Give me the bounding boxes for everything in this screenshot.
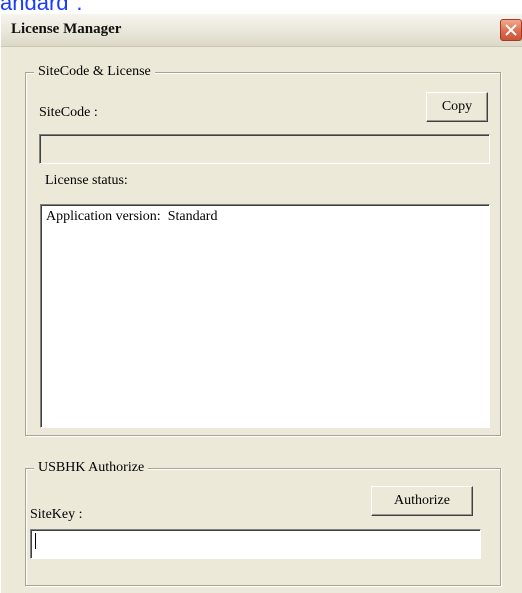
usbhk-authorize-legend: USBHK Authorize	[34, 459, 149, 477]
license-status-label: License status:	[45, 173, 128, 188]
close-button[interactable]	[500, 19, 522, 41]
sitecode-license-legend: SiteCode & License	[34, 63, 155, 81]
sitecode-license-group: SiteCode & License SiteCode : Copy Licen…	[25, 63, 501, 436]
text-caret	[35, 533, 36, 549]
title-bar[interactable]: License Manager	[1, 14, 522, 47]
sitekey-label: SiteKey :	[30, 507, 83, 522]
window-title: License Manager	[11, 21, 122, 37]
license-manager-dialog: License Manager SiteCode & License SiteC…	[0, 14, 522, 593]
sitekey-input[interactable]	[30, 529, 481, 559]
background-text: andard".	[0, 0, 83, 15]
sitecode-field[interactable]	[39, 134, 490, 164]
usbhk-authorize-group: USBHK Authorize Authorize SiteKey :	[25, 459, 501, 586]
sitecode-label: SiteCode :	[39, 105, 98, 120]
license-status-box[interactable]: Application version: Standard	[40, 204, 490, 428]
copy-button[interactable]: Copy	[426, 92, 488, 122]
close-x-icon	[505, 24, 517, 36]
authorize-button[interactable]: Authorize	[371, 486, 473, 516]
